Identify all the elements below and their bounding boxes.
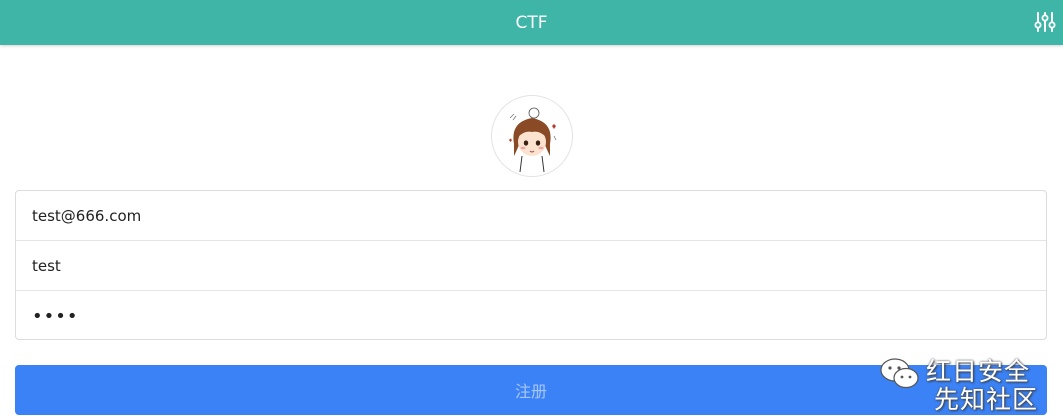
username-field[interactable] (30, 255, 1046, 276)
username-field-row (16, 241, 1046, 291)
app-header: CTF (0, 0, 1063, 45)
sliders-icon[interactable] (1033, 10, 1057, 34)
page-title: CTF (515, 12, 548, 33)
watermark: 红日安全 先知社区 (878, 350, 1058, 414)
register-button-label: 注册 (514, 382, 547, 401)
email-field[interactable] (30, 205, 1046, 226)
wechat-icon (880, 358, 919, 389)
register-form (15, 190, 1047, 340)
password-field[interactable] (30, 304, 1046, 328)
watermark-line2: 先知社区 (934, 385, 1039, 414)
password-field-row (16, 291, 1046, 341)
avatar (491, 95, 573, 177)
email-field-row (16, 191, 1046, 241)
